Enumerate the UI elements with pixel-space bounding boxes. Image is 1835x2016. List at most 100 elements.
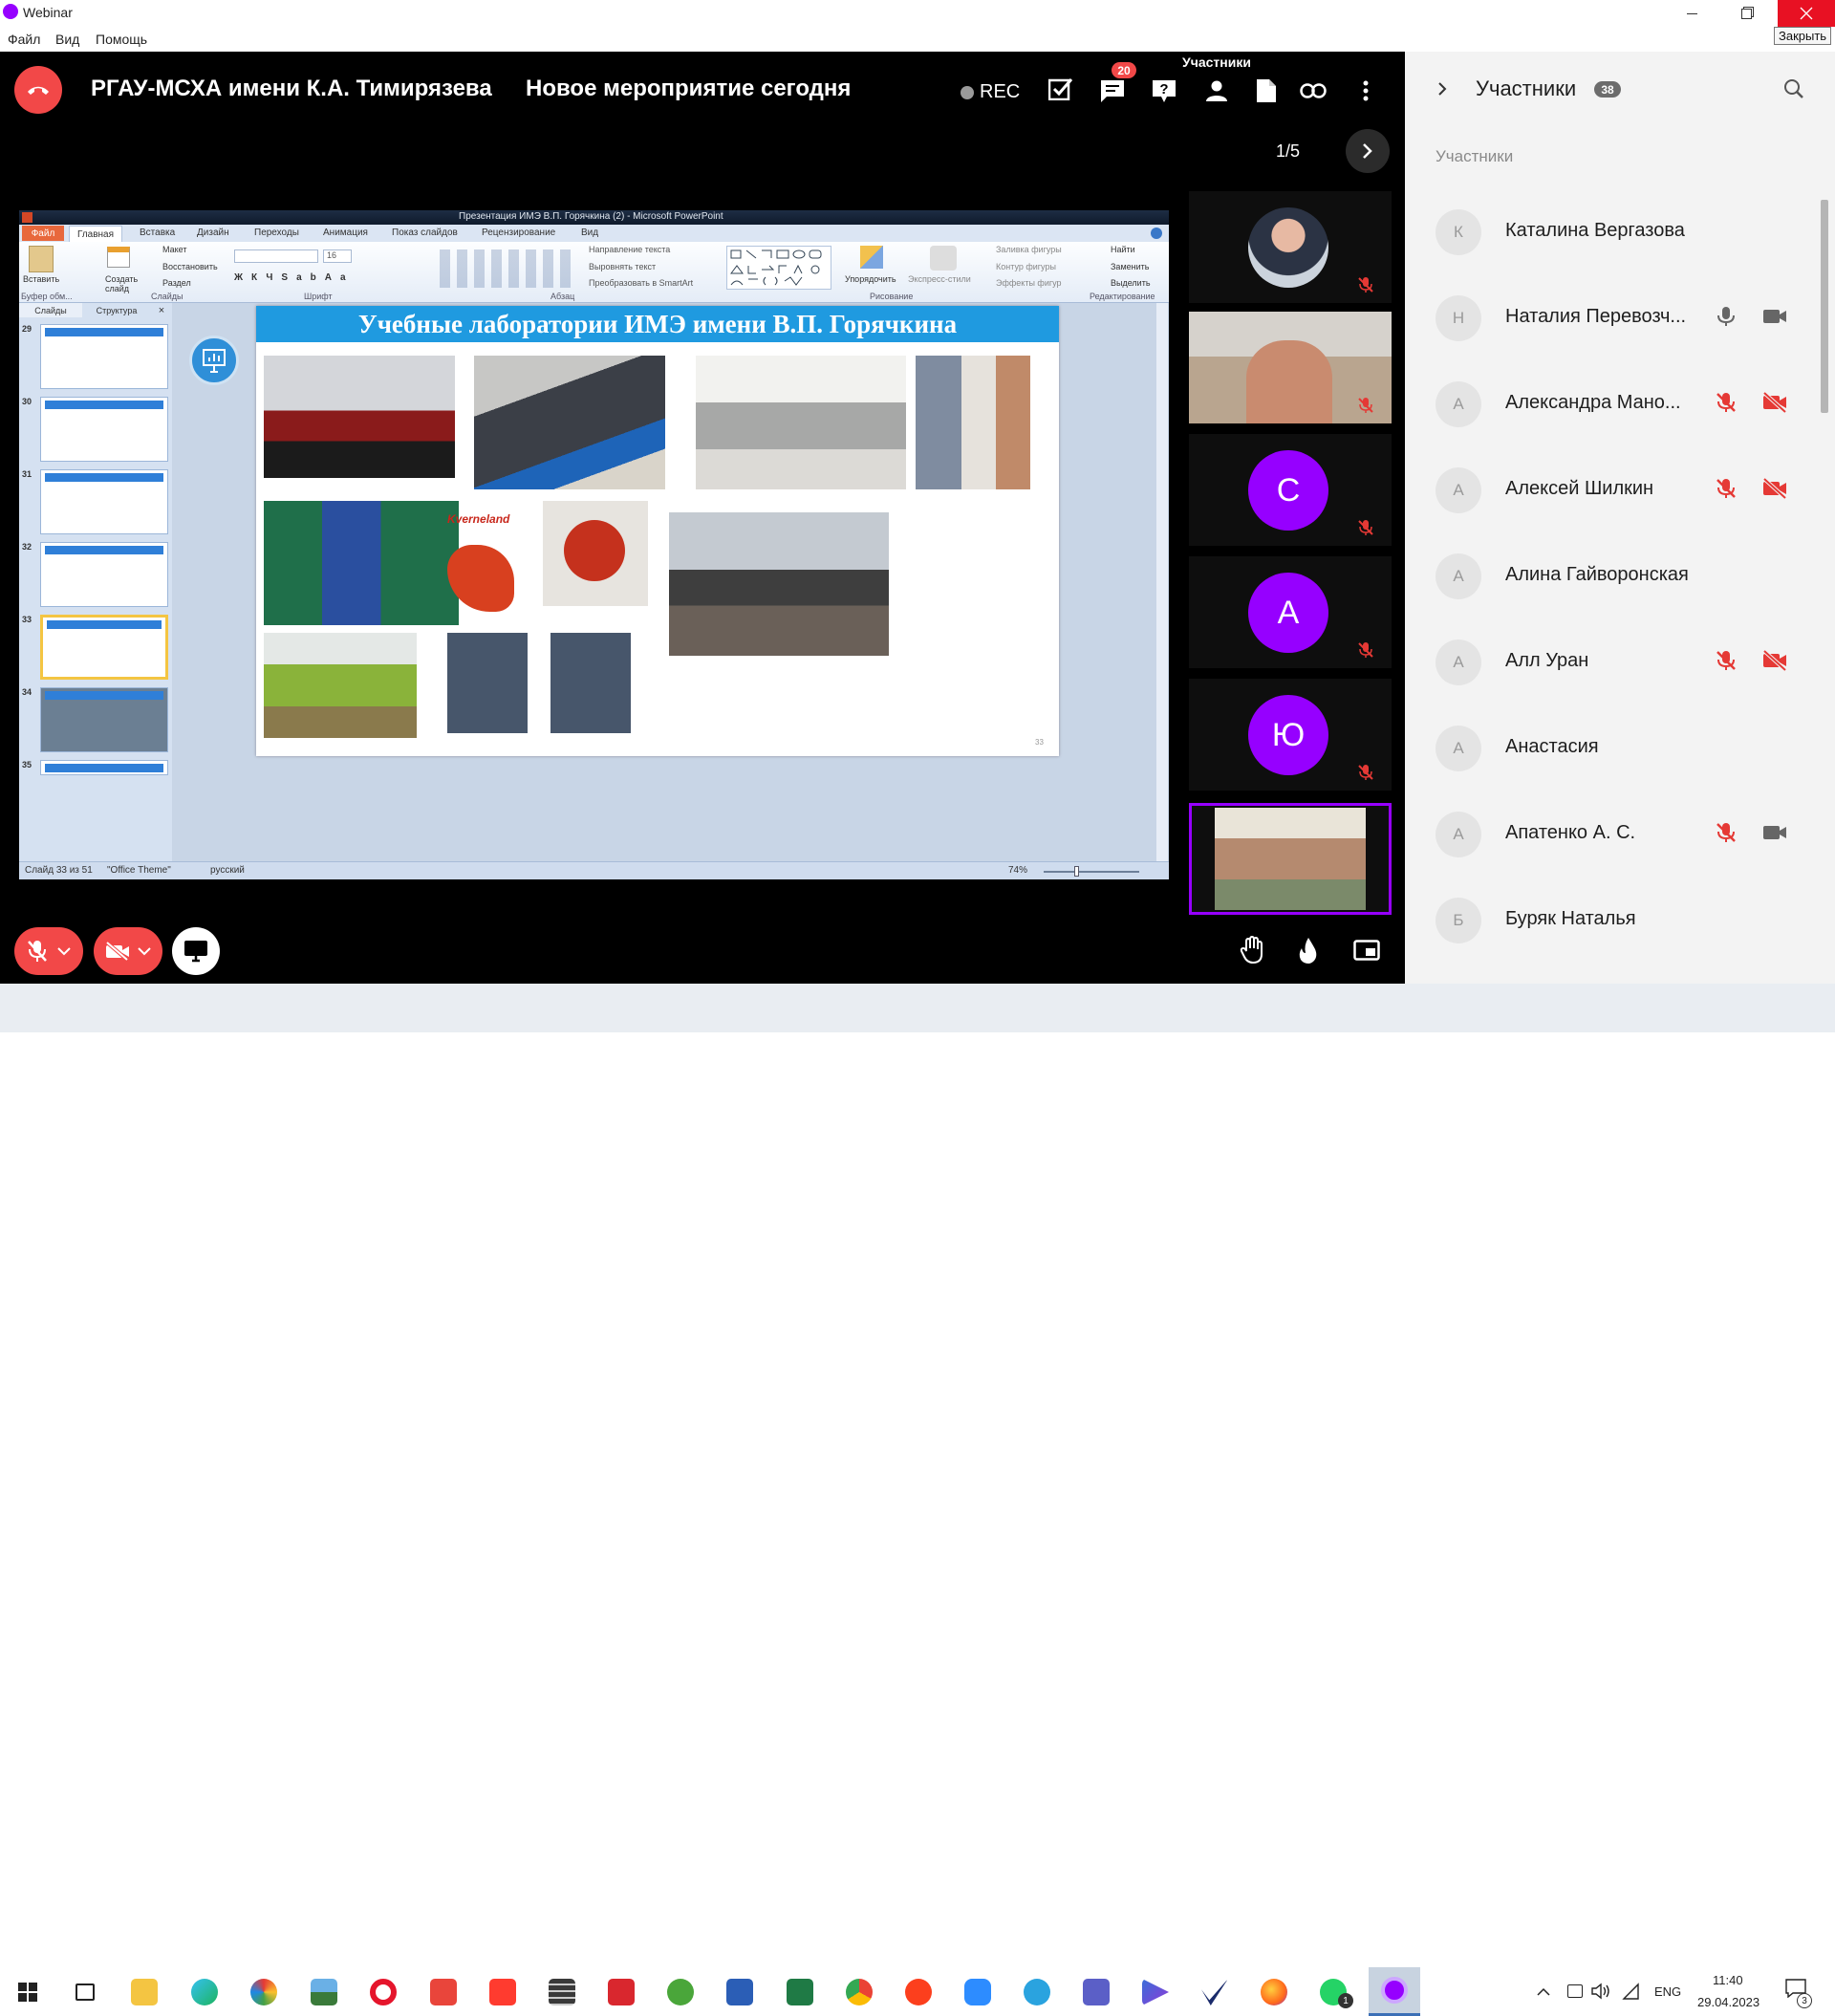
- ppt-tab-insert[interactable]: Вставка: [140, 228, 175, 238]
- taskbar-photos[interactable]: [304, 1972, 344, 2012]
- taskbar-downloader[interactable]: [601, 1972, 641, 2012]
- ppt-tab-animation[interactable]: Анимация: [323, 228, 368, 238]
- ppt-font-name-field[interactable]: [234, 249, 318, 263]
- video-tile-self-active-speaker[interactable]: [1189, 803, 1392, 915]
- ppt-pane-tab-slides[interactable]: Слайды: [19, 303, 82, 317]
- ppt-thumb-35[interactable]: [40, 760, 168, 775]
- ppt-paragraph-buttons[interactable]: [440, 249, 573, 288]
- participant-row[interactable]: Б Буряк Наталья: [1405, 874, 1816, 960]
- panel-scrollbar[interactable]: [1818, 149, 1831, 984]
- ppt-quick-styles-icon[interactable]: [930, 246, 957, 271]
- ppt-font-format-buttons[interactable]: ЖКЧSabAa: [234, 272, 425, 286]
- search-participants-button[interactable]: [1780, 75, 1808, 103]
- ppt-tab-review[interactable]: Рецензирование: [482, 228, 555, 238]
- ppt-text-direction[interactable]: Направление текста: [589, 245, 670, 254]
- participant-row[interactable]: А Алл Уран: [1405, 616, 1816, 702]
- ppt-reset[interactable]: Восстановить: [162, 262, 218, 271]
- ppt-tab-file[interactable]: Файл: [22, 226, 64, 241]
- files-button[interactable]: [1250, 75, 1283, 107]
- taskbar-edge[interactable]: [184, 1972, 225, 2012]
- ppt-paste-label[interactable]: Вставить: [23, 274, 59, 284]
- taskbar-zoom[interactable]: [958, 1972, 998, 2012]
- video-tile-2-camera[interactable]: [1189, 312, 1392, 423]
- collapse-panel-button[interactable]: [1428, 75, 1457, 103]
- copy-link-button[interactable]: [1296, 75, 1330, 107]
- taskbar-yandex[interactable]: [898, 1972, 939, 2012]
- ppt-tab-slideshow[interactable]: Показ слайдов: [392, 228, 458, 238]
- ppt-zoom-thumb[interactable]: [1074, 866, 1079, 877]
- participant-row[interactable]: А Апатенко А. С.: [1405, 788, 1816, 874]
- end-call-button[interactable]: [14, 66, 62, 114]
- clock-date[interactable]: 29.04.2023: [1697, 1995, 1759, 2009]
- ppt-section[interactable]: Раздел: [162, 278, 191, 288]
- taskbar-explorer[interactable]: [124, 1972, 164, 2012]
- scrollbar-thumb[interactable]: [1821, 200, 1828, 413]
- ppt-quick-styles-label[interactable]: Экспресс-стили: [908, 274, 971, 284]
- taskbar-webinar-active[interactable]: [1369, 1967, 1420, 2016]
- taskbar-utorrent[interactable]: [660, 1972, 701, 2012]
- ppt-pane-close-icon[interactable]: ×: [155, 304, 168, 316]
- participants-button[interactable]: [1200, 75, 1233, 107]
- taskbar-teams[interactable]: [1076, 1972, 1116, 2012]
- mic-toggle-button[interactable]: [14, 927, 83, 975]
- ppt-shape-outline[interactable]: Контур фигуры: [996, 262, 1056, 271]
- next-page-button[interactable]: [1346, 129, 1390, 173]
- ppt-new-slide-label[interactable]: Создать слайд: [105, 274, 143, 293]
- taskbar-opera[interactable]: [363, 1972, 403, 2012]
- raise-hand-button[interactable]: [1233, 931, 1271, 969]
- taskbar-paint[interactable]: [244, 1972, 284, 2012]
- ppt-tab-transitions[interactable]: Переходы: [254, 228, 299, 238]
- ppt-align-text[interactable]: Выровнять текст: [589, 262, 656, 271]
- taskbar-calculator[interactable]: [542, 1972, 582, 2012]
- participant-row[interactable]: А Алина Гайворонская: [1405, 530, 1816, 616]
- participant-row[interactable]: А Александра Мано...: [1405, 358, 1816, 444]
- ppt-tab-design[interactable]: Дизайн: [197, 228, 229, 238]
- restore-button[interactable]: [1722, 0, 1770, 27]
- layout-toggle-button[interactable]: [1346, 931, 1388, 969]
- ppt-help-icon[interactable]: [1151, 228, 1162, 239]
- minimize-button[interactable]: [1668, 0, 1716, 27]
- taskbar-excel[interactable]: [780, 1972, 820, 2012]
- chat-button[interactable]: [1096, 75, 1129, 107]
- ppt-thumb-33-selected[interactable]: [40, 615, 168, 680]
- ppt-replace[interactable]: Заменить: [1111, 262, 1149, 271]
- close-window-button[interactable]: [1778, 0, 1835, 27]
- ppt-arrange-label[interactable]: Упорядочить: [845, 274, 896, 284]
- ppt-thumb-32[interactable]: [40, 542, 168, 607]
- ppt-shape-effects[interactable]: Эффекты фигур: [996, 278, 1062, 288]
- participant-row[interactable]: А Анастасия: [1405, 702, 1816, 788]
- tray-overflow-icon[interactable]: [1532, 1980, 1555, 2003]
- clock-time[interactable]: 11:40: [1713, 1973, 1743, 1987]
- ppt-select[interactable]: Выделить: [1111, 278, 1151, 288]
- ppt-thumb-34[interactable]: [40, 687, 168, 752]
- ppt-thumb-31[interactable]: [40, 469, 168, 534]
- taskbar-app-check[interactable]: [1195, 1972, 1235, 2012]
- participant-row[interactable]: А Алексей Шилкин: [1405, 444, 1816, 530]
- task-view-button[interactable]: [65, 1972, 105, 2012]
- taskbar-chrome[interactable]: [839, 1972, 879, 2012]
- participant-row[interactable]: К Каталина Вергазова: [1405, 185, 1816, 271]
- wifi-icon[interactable]: [1622, 1983, 1639, 2000]
- more-options-button[interactable]: [1351, 75, 1380, 107]
- tray-device-icon[interactable]: [1567, 1984, 1583, 1998]
- participant-row[interactable]: Н Наталия Перевозч...: [1405, 271, 1816, 358]
- taskbar-app-play[interactable]: [1135, 1972, 1176, 2012]
- video-tile-4[interactable]: А: [1189, 556, 1392, 668]
- ppt-paste-icon[interactable]: [29, 246, 54, 272]
- ppt-slide-scrollbar[interactable]: [1156, 303, 1168, 861]
- menu-file[interactable]: Файл: [8, 32, 40, 47]
- menu-view[interactable]: Вид: [55, 32, 79, 47]
- video-tile-3[interactable]: С: [1189, 434, 1392, 546]
- video-tile-5[interactable]: Ю: [1189, 679, 1392, 791]
- questions-button[interactable]: ?: [1148, 75, 1180, 107]
- ppt-smartart[interactable]: Преобразовать в SmartArt: [589, 278, 693, 288]
- ppt-shapes-gallery[interactable]: [726, 246, 831, 290]
- input-language[interactable]: ENG: [1654, 1984, 1681, 1999]
- presentation-mode-button[interactable]: [189, 336, 239, 385]
- ppt-tab-home[interactable]: Главная: [69, 226, 122, 242]
- ppt-layout[interactable]: Макет: [162, 245, 186, 254]
- ppt-pane-tab-outline[interactable]: Структура: [82, 303, 151, 317]
- camera-toggle-button[interactable]: [94, 927, 162, 975]
- ppt-zoom-slider[interactable]: [1044, 871, 1139, 873]
- ppt-tab-view[interactable]: Вид: [581, 228, 598, 238]
